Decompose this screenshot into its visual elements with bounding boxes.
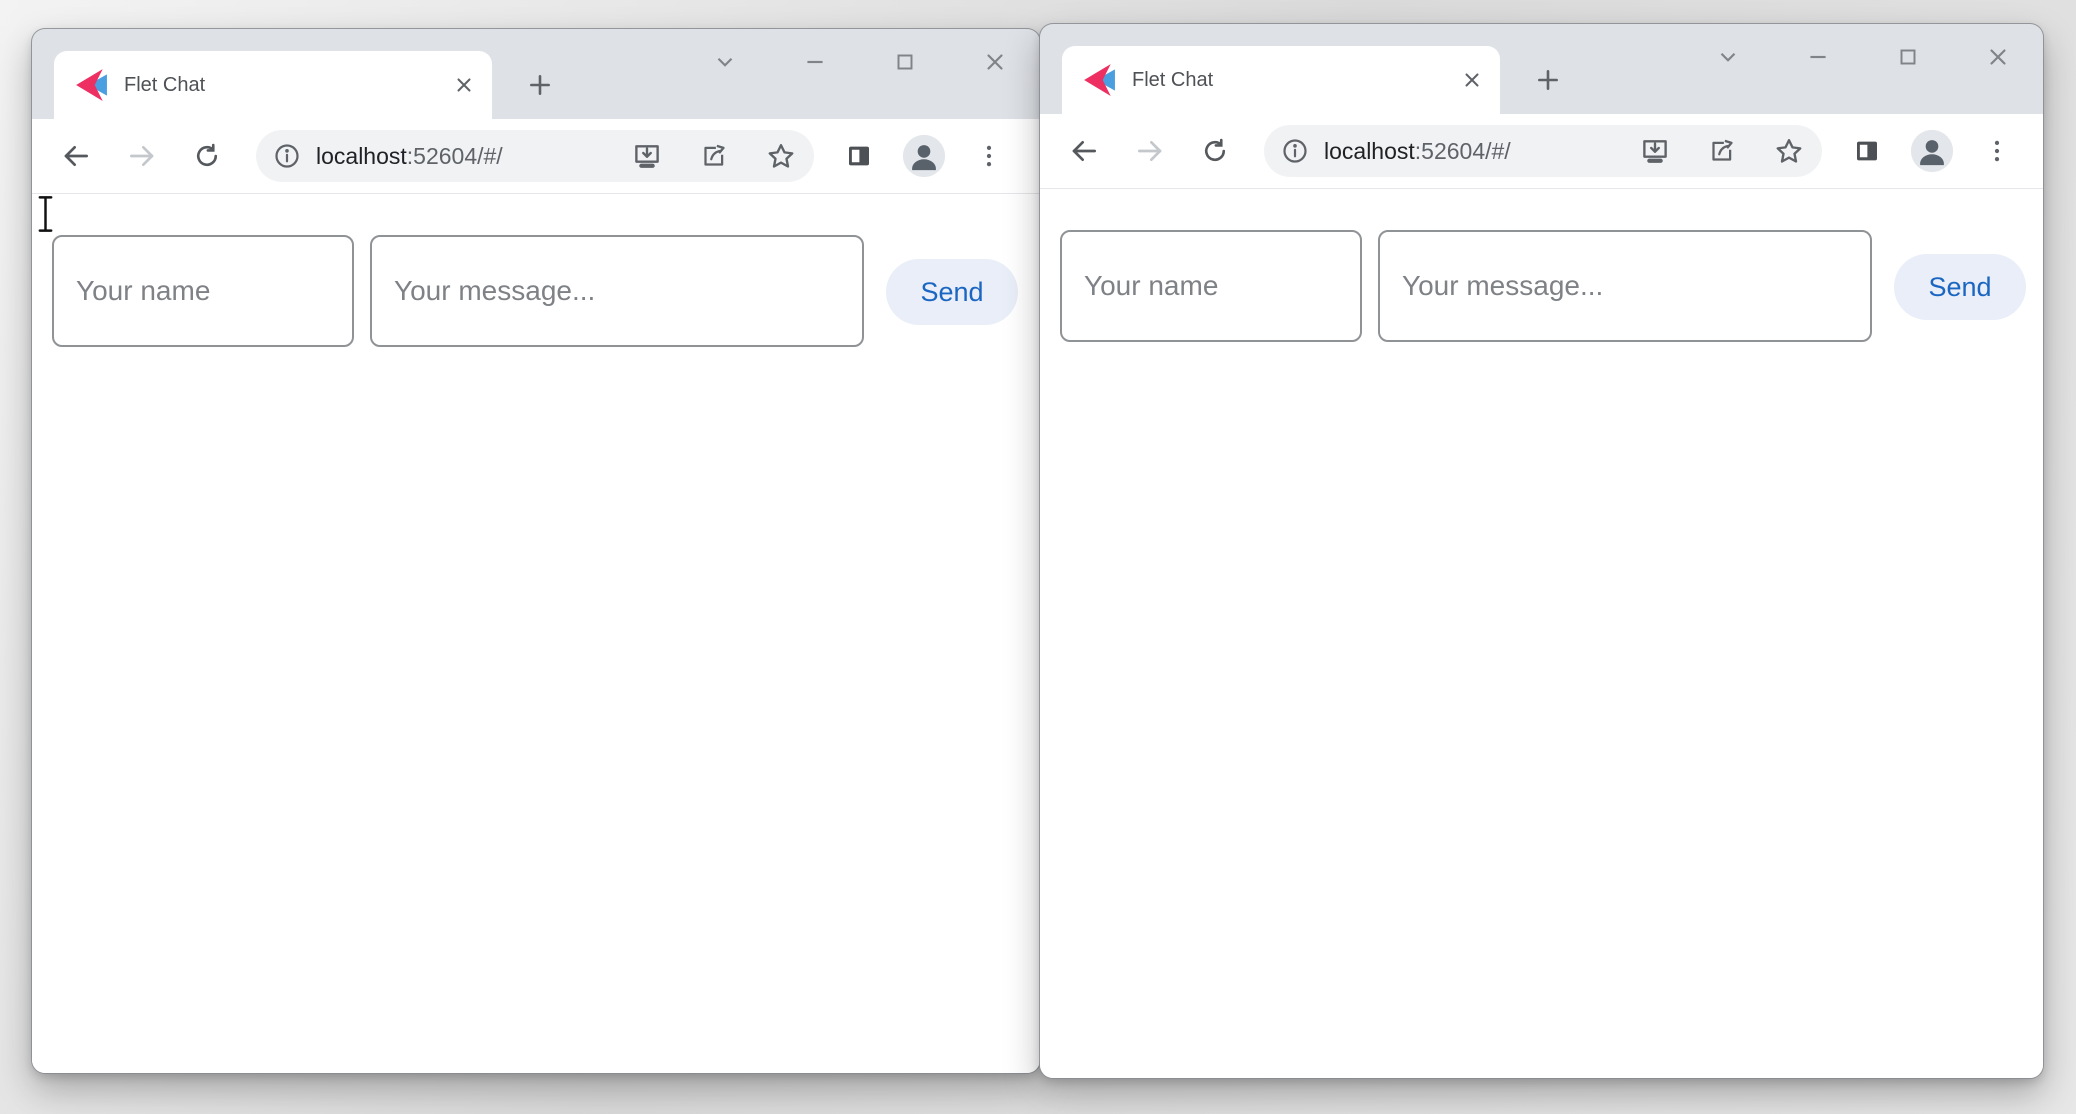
url-path: :52604/#/ [407,143,503,169]
kebab-menu-icon[interactable] [968,135,1010,177]
name-field-wrap [52,235,354,347]
url-path: :52604/#/ [1415,138,1511,164]
browser-tab[interactable]: Flet Chat [54,51,492,119]
url-text: localhost:52604/#/ [1324,138,1640,165]
window-close-icon[interactable] [1981,40,2015,74]
name-input[interactable] [1060,230,1362,342]
install-page-icon[interactable] [632,141,662,171]
send-button[interactable]: Send [886,259,1018,325]
forward-arrow-icon[interactable] [1129,130,1171,172]
tab-search-chevron-icon[interactable] [1711,40,1745,74]
install-page-icon[interactable] [1640,136,1670,166]
tab-strip: Flet Chat [1040,24,2043,114]
browser-window-right: Flet Chat [1040,24,2043,1078]
side-panel-icon[interactable] [1846,130,1888,172]
window-controls [708,45,1012,79]
page-content: Send [32,194,1040,1073]
address-bar-actions [632,141,796,171]
url-host: localhost [316,143,407,169]
message-field-wrap [370,235,864,347]
bookmark-star-icon[interactable] [1774,136,1804,166]
send-button[interactable]: Send [1894,254,2026,320]
name-field-wrap [1060,230,1362,342]
tab-search-chevron-icon[interactable] [708,45,742,79]
browser-window-left: Flet Chat [32,29,1040,1073]
message-input[interactable] [1378,230,1872,342]
flet-logo-icon [1082,63,1116,97]
text-ibeam-cursor [36,195,55,233]
site-info-icon[interactable] [1280,136,1310,166]
page-content: Send [1040,189,2043,1078]
address-bar[interactable]: localhost:52604/#/ [256,130,814,182]
name-input[interactable] [52,235,354,347]
new-tab-button[interactable] [1526,58,1570,102]
window-controls [1711,40,2015,74]
tab-close-icon[interactable] [448,69,480,101]
back-arrow-icon[interactable] [55,135,97,177]
share-icon[interactable] [699,141,729,171]
browser-tab[interactable]: Flet Chat [1062,46,1500,114]
share-icon[interactable] [1707,136,1737,166]
kebab-menu-icon[interactable] [1976,130,2018,172]
url-host: localhost [1324,138,1415,164]
message-field-wrap [1378,230,1872,342]
browser-toolbar: localhost:52604/#/ [1040,114,2043,189]
window-minimize-icon[interactable] [1801,40,1835,74]
reload-icon[interactable] [1194,130,1236,172]
window-maximize-icon[interactable] [888,45,922,79]
tab-strip: Flet Chat [32,29,1040,119]
tab-title: Flet Chat [1132,69,1440,92]
url-text: localhost:52604/#/ [316,143,632,170]
side-panel-icon[interactable] [838,135,880,177]
bookmark-star-icon[interactable] [766,141,796,171]
reload-icon[interactable] [186,135,228,177]
tab-title: Flet Chat [124,74,432,97]
message-input[interactable] [370,235,864,347]
site-info-icon[interactable] [272,141,302,171]
window-close-icon[interactable] [978,45,1012,79]
profile-avatar[interactable] [901,133,947,179]
profile-avatar[interactable] [1909,128,1955,174]
back-arrow-icon[interactable] [1063,130,1105,172]
window-minimize-icon[interactable] [798,45,832,79]
window-maximize-icon[interactable] [1891,40,1925,74]
forward-arrow-icon[interactable] [121,135,163,177]
new-tab-button[interactable] [518,63,562,107]
address-bar[interactable]: localhost:52604/#/ [1264,125,1822,177]
browser-toolbar: localhost:52604/#/ [32,119,1040,194]
address-bar-actions [1640,136,1804,166]
tab-close-icon[interactable] [1456,64,1488,96]
flet-logo-icon [74,68,108,102]
